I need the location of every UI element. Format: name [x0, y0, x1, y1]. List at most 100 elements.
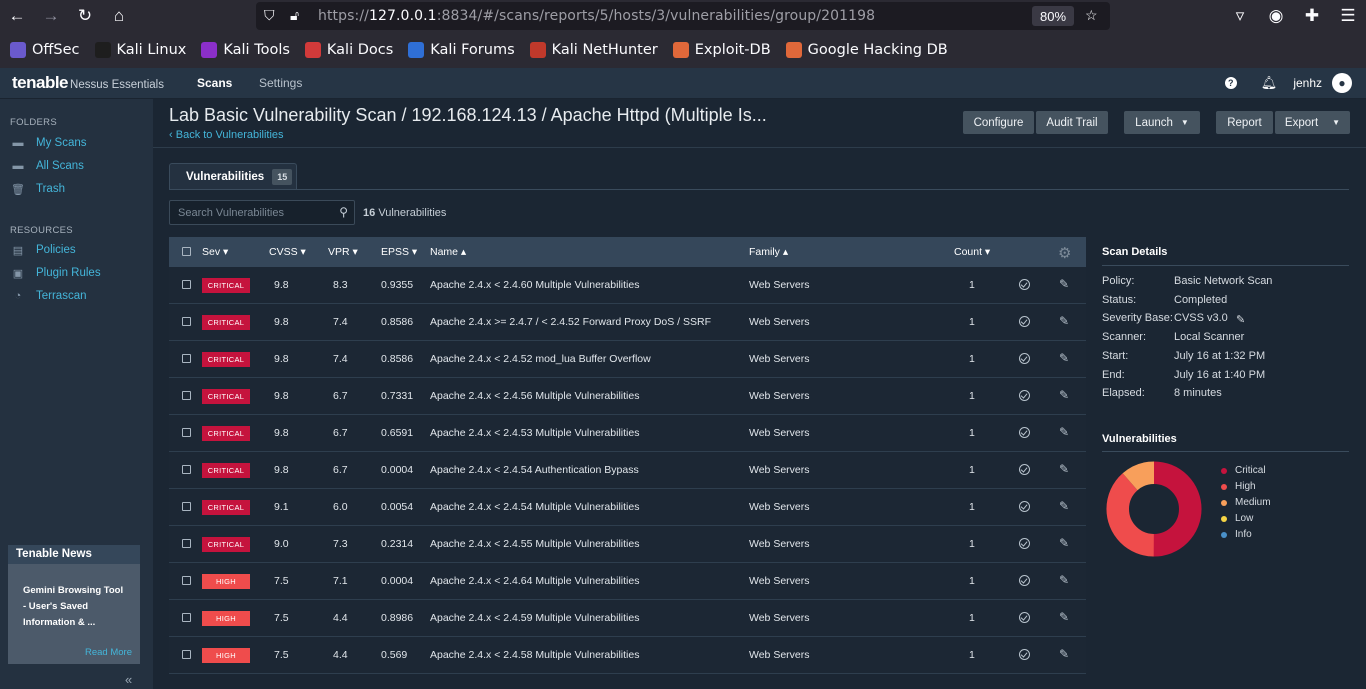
edit-icon[interactable]: ✎	[1059, 610, 1069, 624]
check-circle-icon[interactable]	[1019, 279, 1030, 290]
check-circle-icon[interactable]	[1019, 501, 1030, 512]
table-row[interactable]: CRITICAL 9.8 8.3 0.9355 Apache 2.4.x < 2.4.6…	[169, 267, 1086, 304]
bookmark-item[interactable]: Google Hacking DB	[785, 42, 948, 58]
row-checkbox[interactable]	[182, 391, 191, 400]
url-text[interactable]: https://127.0.0.1:8834/#/scans/reports/5…	[318, 8, 875, 24]
report-button[interactable]: Report	[1216, 111, 1273, 134]
table-row[interactable]: CRITICAL 9.8 6.7 0.0004 Apache 2.4.x < 2.4.5…	[169, 452, 1086, 489]
table-row[interactable]: CRITICAL 9.8 7.4 0.8586 Apache 2.4.x >= 2.4.…	[169, 304, 1086, 341]
check-circle-icon[interactable]	[1019, 464, 1030, 475]
sidebar-item-terrascan[interactable]: ◔ Terrascan	[12, 290, 87, 302]
home-icon[interactable]: ⌂	[102, 0, 136, 32]
col-name[interactable]: Name ▴	[430, 246, 466, 258]
check-circle-icon[interactable]	[1019, 353, 1030, 364]
bookmark-item[interactable]: Kali Linux	[94, 42, 186, 58]
check-circle-icon[interactable]	[1019, 649, 1030, 660]
extensions-icon[interactable]: ✚	[1294, 0, 1330, 32]
row-checkbox[interactable]	[182, 317, 191, 326]
legend-item[interactable]: Low	[1221, 513, 1253, 524]
bookmark-item[interactable]: OffSec	[10, 42, 80, 58]
edit-icon[interactable]: ✎	[1059, 499, 1069, 513]
col-count[interactable]: Count ▾	[954, 246, 990, 258]
tab-vulnerabilities[interactable]: Vulnerabilities 15	[169, 163, 297, 189]
edit-icon[interactable]: ✎	[1059, 573, 1069, 587]
edit-icon[interactable]: ✎	[1059, 462, 1069, 476]
row-checkbox[interactable]	[182, 280, 191, 289]
select-all-checkbox[interactable]	[182, 247, 191, 256]
table-row[interactable]: CRITICAL 9.8 6.7 0.7331 Apache 2.4.x < 2.4.5…	[169, 378, 1086, 415]
bookmark-item[interactable]: Exploit-DB	[672, 42, 771, 58]
col-vpr[interactable]: VPR ▾	[328, 246, 358, 258]
col-epss[interactable]: EPSS ▾	[381, 246, 417, 258]
bookmark-item[interactable]: Kali Forums	[408, 42, 515, 58]
edit-icon[interactable]: ✎	[1059, 277, 1069, 291]
legend-item[interactable]: High	[1221, 481, 1256, 492]
table-row[interactable]: HIGH 7.5 4.4 0.569 Apache 2.4.x < 2.4.58 Mul…	[169, 637, 1086, 674]
help-icon[interactable]: ?	[1224, 77, 1237, 89]
vulnerabilities-donut-chart[interactable]	[1105, 460, 1203, 558]
check-circle-icon[interactable]	[1019, 612, 1030, 623]
nav-settings[interactable]: Settings	[259, 76, 302, 90]
menu-icon[interactable]: ☰	[1330, 0, 1366, 32]
search-input[interactable]: Search Vulnerabilities ⚲	[169, 200, 355, 225]
sidebar-item-policies[interactable]: ▤ Policies	[12, 244, 76, 257]
shield-icon[interactable]: ⛉	[264, 7, 275, 24]
search-placeholder[interactable]: Search Vulnerabilities	[178, 207, 284, 219]
user-avatar-icon[interactable]: ●	[1332, 73, 1352, 93]
table-row[interactable]: CRITICAL 9.1 6.0 0.0054 Apache 2.4.x < 2.4.5…	[169, 489, 1086, 526]
star-icon[interactable]: ☆	[1085, 7, 1098, 24]
forward-arrow-icon[interactable]: →	[34, 0, 68, 32]
table-row[interactable]: CRITICAL 9.8 6.7 0.6591 Apache 2.4.x < 2.4.5…	[169, 415, 1086, 452]
collapse-sidebar-icon[interactable]: «	[125, 672, 132, 687]
tenable-logo[interactable]: tenable Nessus Essentials	[12, 73, 164, 93]
news-card[interactable]: Gemini Browsing Tool - User's Saved Info…	[8, 564, 140, 664]
bell-icon[interactable]: 🔔︎	[1261, 75, 1278, 91]
row-checkbox[interactable]	[182, 539, 191, 548]
table-row[interactable]: HIGH 7.5 7.1 0.0004 Apache 2.4.x < 2.4.64 Mu…	[169, 563, 1086, 600]
legend-item[interactable]: Medium	[1221, 497, 1271, 508]
col-cvss[interactable]: CVSS ▾	[269, 246, 306, 258]
edit-icon[interactable]: ✎	[1059, 425, 1069, 439]
sidebar-item-my-scans[interactable]: ▬ My Scans	[12, 137, 87, 149]
read-more-link[interactable]: Read More	[85, 647, 132, 658]
row-checkbox[interactable]	[182, 465, 191, 474]
col-family[interactable]: Family ▴	[749, 246, 788, 258]
table-row[interactable]: CRITICAL 9.0 7.3 0.2314 Apache 2.4.x < 2.4.5…	[169, 526, 1086, 563]
account-icon[interactable]: ◉	[1258, 0, 1294, 32]
zoom-level[interactable]: 80%	[1032, 6, 1074, 26]
row-checkbox[interactable]	[182, 428, 191, 437]
export-button[interactable]: Export ▼	[1275, 111, 1350, 134]
news-text[interactable]: Gemini Browsing Tool - User's Saved Info…	[23, 583, 128, 631]
sidebar-item-all-scans[interactable]: ▬ All Scans	[12, 160, 84, 172]
legend-item[interactable]: Critical	[1221, 465, 1266, 476]
check-circle-icon[interactable]	[1019, 316, 1030, 327]
reload-icon[interactable]: ↻	[68, 0, 102, 32]
check-circle-icon[interactable]	[1019, 427, 1030, 438]
lock-warning-icon[interactable]: 🔓︎	[290, 7, 299, 24]
row-checkbox[interactable]	[182, 354, 191, 363]
check-circle-icon[interactable]	[1019, 575, 1030, 586]
pocket-icon[interactable]: ▿	[1222, 0, 1258, 32]
edit-icon[interactable]: ✎	[1059, 388, 1069, 402]
user-name[interactable]: jenhz	[1293, 76, 1322, 90]
check-circle-icon[interactable]	[1019, 538, 1030, 549]
col-sev[interactable]: Sev ▾	[202, 246, 228, 258]
bookmark-item[interactable]: Kali NetHunter	[529, 42, 658, 58]
edit-severity-icon[interactable]: ✎	[1236, 313, 1245, 326]
edit-icon[interactable]: ✎	[1059, 351, 1069, 365]
back-to-vulnerabilities-link[interactable]: ‹ Back to Vulnerabilities	[169, 129, 284, 141]
bookmark-item[interactable]: Kali Tools	[201, 42, 290, 58]
sidebar-item-trash[interactable]: 🗑︎ Trash	[11, 183, 65, 196]
search-icon[interactable]: ⚲	[339, 205, 348, 219]
edit-icon[interactable]: ✎	[1059, 314, 1069, 328]
edit-icon[interactable]: ✎	[1059, 647, 1069, 661]
edit-icon[interactable]: ✎	[1059, 536, 1069, 550]
legend-item[interactable]: Info	[1221, 529, 1252, 540]
bookmark-item[interactable]: Kali Docs	[304, 42, 393, 58]
launch-button[interactable]: Launch ▼	[1124, 111, 1200, 134]
row-checkbox[interactable]	[182, 502, 191, 511]
gear-icon[interactable]: ⚙	[1058, 244, 1071, 262]
check-circle-icon[interactable]	[1019, 390, 1030, 401]
nav-scans[interactable]: Scans	[197, 76, 232, 90]
row-checkbox[interactable]	[182, 650, 191, 659]
